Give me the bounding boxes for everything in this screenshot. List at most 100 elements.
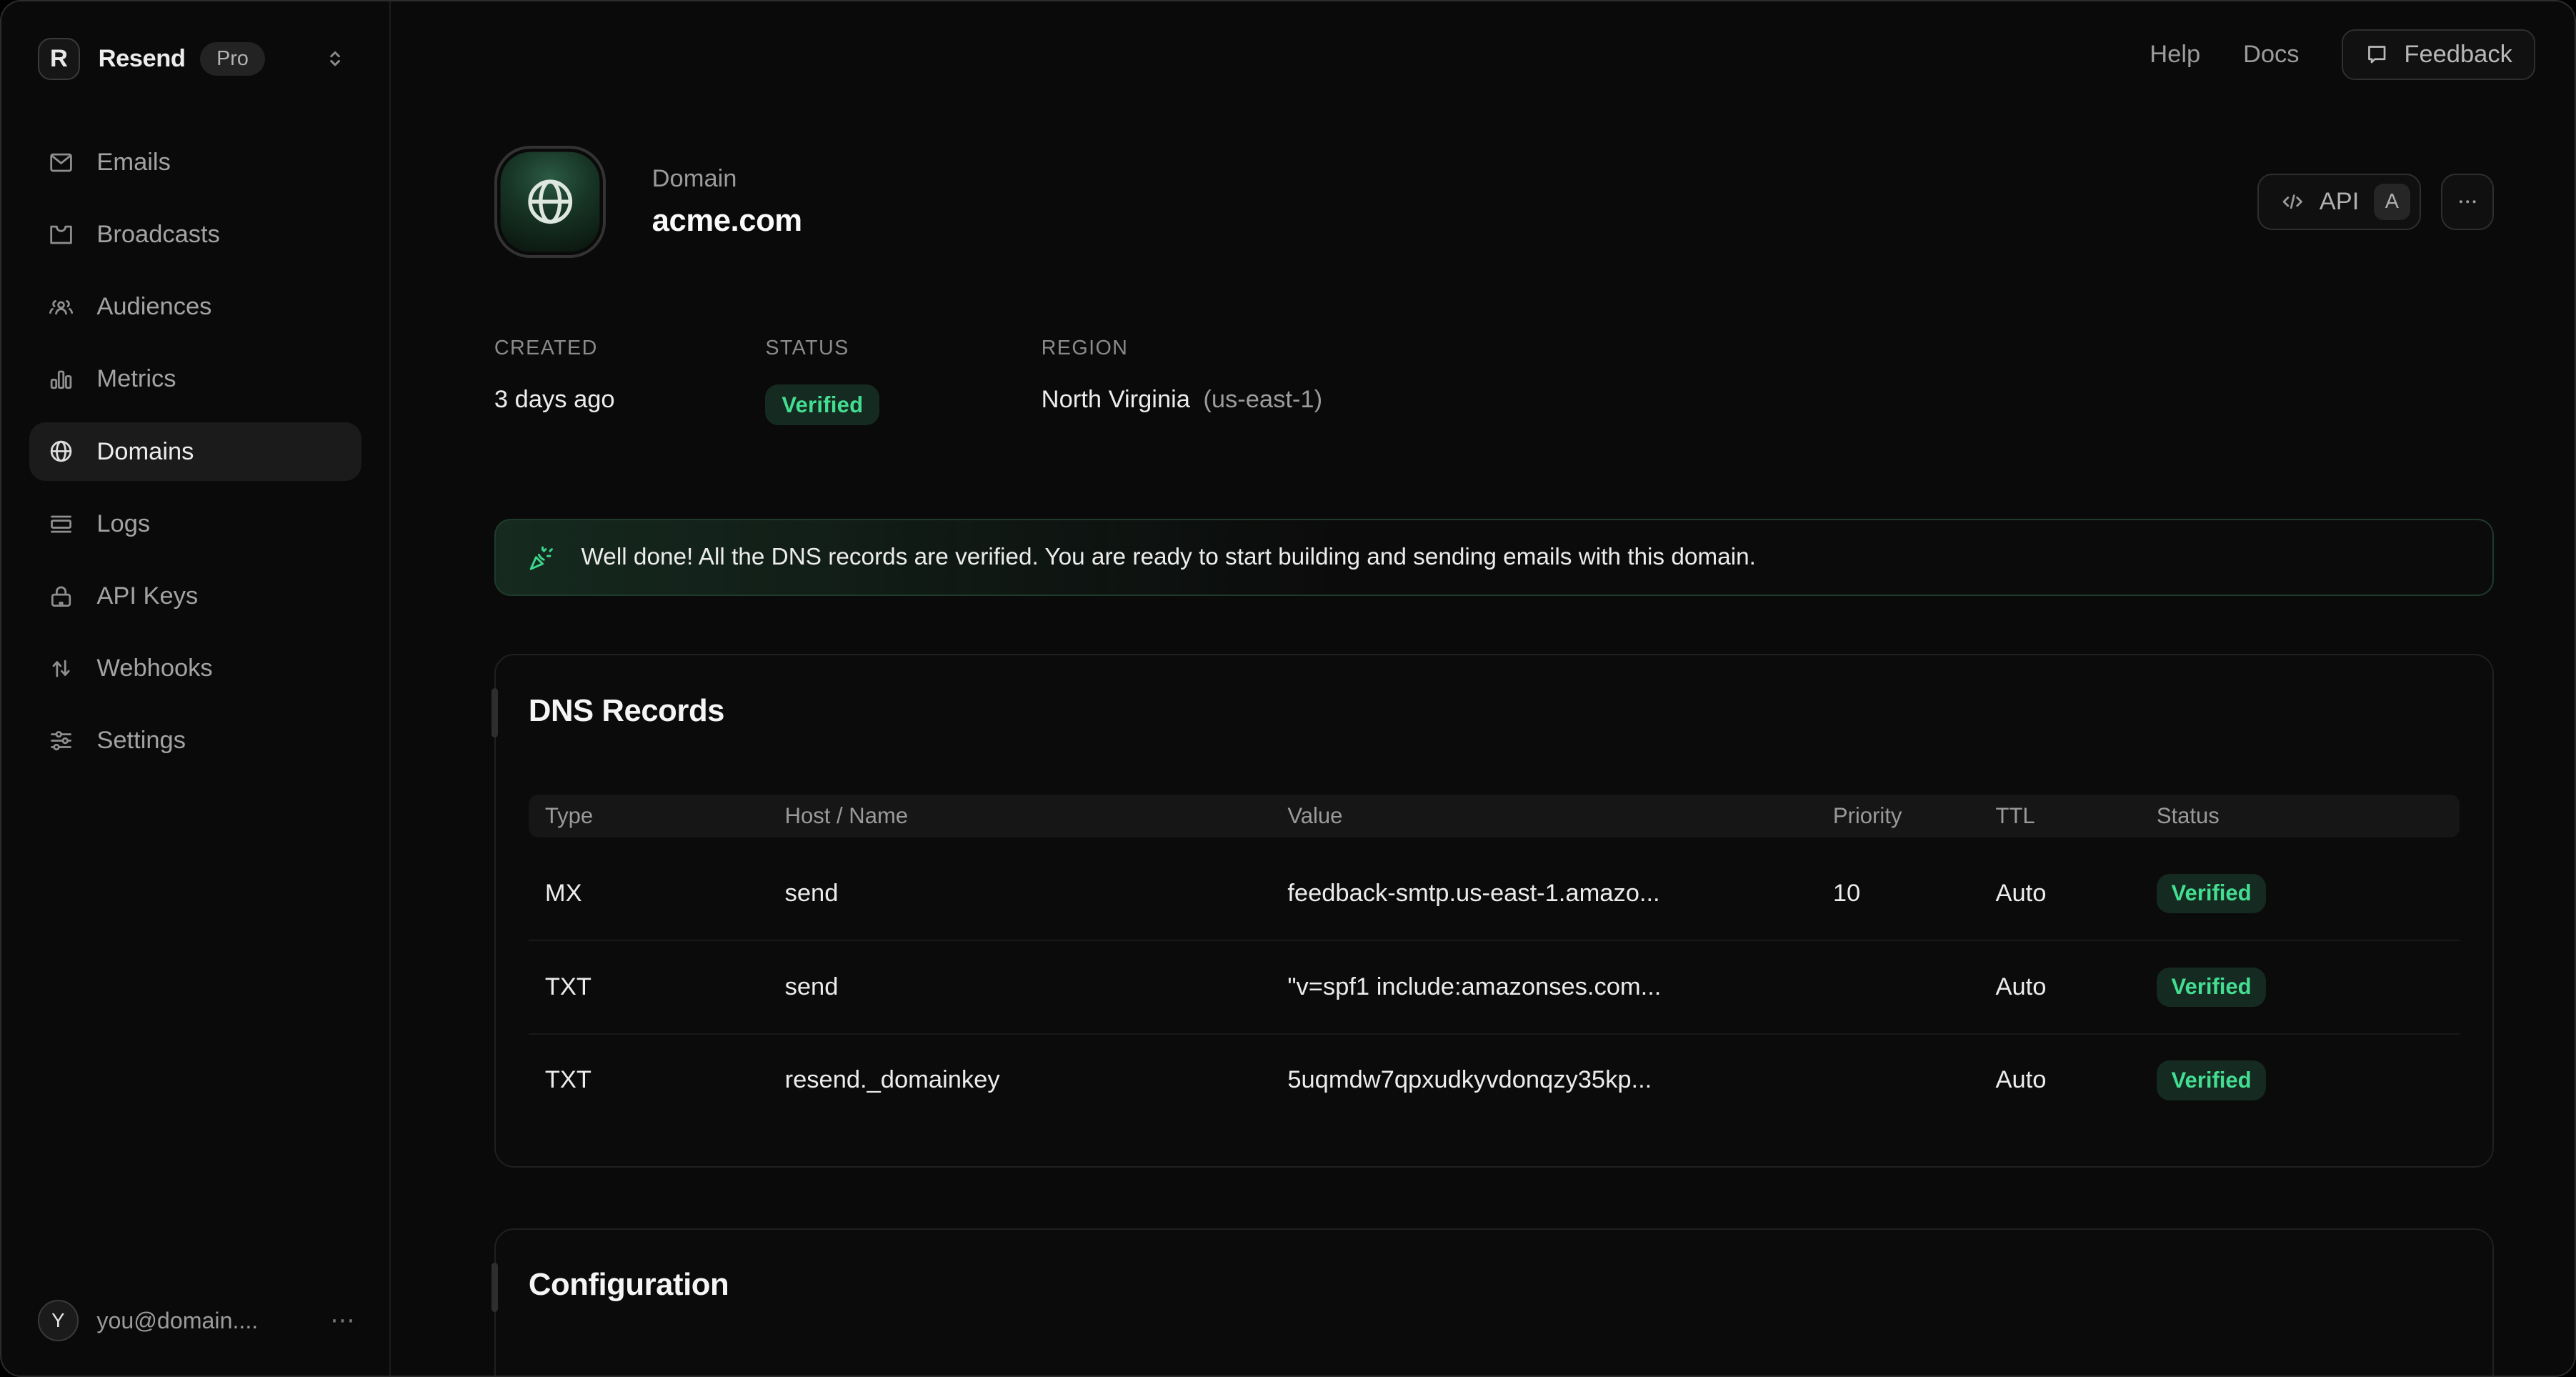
status-badge: Verified [765, 384, 879, 425]
bar-chart-icon [47, 365, 75, 393]
sidebar-item-domains[interactable]: Domains [29, 422, 361, 482]
meta-created: CREATED 3 days ago [494, 337, 765, 425]
success-banner: Well done! All the DNS records are verif… [494, 519, 2494, 596]
meta-region: REGION North Virginia (us-east-1) [1042, 337, 1322, 425]
lock-icon [47, 582, 75, 610]
feedback-button[interactable]: Feedback [2342, 29, 2535, 80]
meta-status: STATUS Verified [765, 337, 1041, 425]
col-type: Type [545, 803, 785, 829]
cell-priority: 10 [1833, 880, 1996, 908]
domain-label: Domain [652, 165, 802, 193]
dns-records-card: DNS Records Type Host / Name Value Prior… [494, 654, 2494, 1168]
chevrons-up-down-icon[interactable] [324, 47, 346, 70]
more-options-button[interactable] [2441, 174, 2494, 229]
col-ttl: TTL [1995, 803, 2156, 829]
api-button-label: API [2320, 188, 2360, 216]
banner-text: Well done! All the DNS records are verif… [581, 544, 1755, 571]
dns-table-header: Type Host / Name Value Priority TTL Stat… [529, 795, 2460, 837]
globe-icon [521, 173, 579, 230]
dns-table-body: MX send feedback-smtp.us-east-1.amazo...… [529, 847, 2460, 1126]
domain-avatar [494, 146, 606, 257]
domain-meta: CREATED 3 days ago STATUS Verified REGIO… [494, 337, 2494, 425]
table-row: TXT send "v=spf1 include:amazonses.com..… [529, 941, 2460, 1035]
log-lines-icon [47, 510, 75, 538]
created-value: 3 days ago [494, 384, 765, 416]
col-status: Status [2157, 803, 2460, 829]
brand-name: Resend [99, 45, 186, 73]
sidebar-item-logs[interactable]: Logs [29, 494, 361, 554]
table-row: MX send feedback-smtp.us-east-1.amazo...… [529, 847, 2460, 941]
section-notch [491, 688, 498, 737]
cell-type: TXT [545, 1066, 785, 1094]
sidebar: R Resend Pro Emails Broadcasts [1, 1, 391, 1376]
sidebar-item-label: Logs [96, 510, 150, 538]
help-link[interactable]: Help [2150, 41, 2200, 69]
chat-bubble-icon [2365, 42, 2389, 66]
page-title: acme.com [652, 203, 802, 239]
sidebar-item-api-keys[interactable]: API Keys [29, 567, 361, 626]
workspace-row[interactable]: R Resend Pro [1, 1, 389, 80]
globe-icon [47, 437, 75, 465]
status-badge: Verified [2157, 1060, 2266, 1100]
section-notch [491, 1263, 498, 1312]
cell-type: MX [545, 880, 785, 908]
table-row: TXT resend._domainkey 5uqmdw7qpxudkyvdon… [529, 1035, 2460, 1127]
sliders-icon [47, 727, 75, 755]
party-popper-icon [527, 543, 556, 572]
people-icon [47, 293, 75, 321]
configuration-title: Configuration [529, 1267, 2460, 1303]
status-badge: Verified [2157, 968, 2266, 1007]
sidebar-item-label: Audiences [96, 293, 211, 321]
sidebar-nav: Emails Broadcasts Audiences Metrics [1, 133, 389, 784]
domain-header: Domain acme.com API A [494, 146, 2494, 257]
header-actions: API A [2257, 174, 2494, 229]
sidebar-item-label: Webhooks [96, 655, 212, 682]
cell-value: 5uqmdw7qpxudkyvdonqzy35kp... [1287, 1066, 1833, 1094]
app-window: R Resend Pro Emails Broadcasts [0, 0, 2576, 1377]
cell-host: send [785, 973, 1288, 1001]
code-icon [2280, 189, 2305, 214]
broadcast-icon [47, 221, 75, 249]
sidebar-item-label: API Keys [96, 582, 198, 610]
cell-ttl: Auto [1995, 880, 2156, 908]
cell-ttl: Auto [1995, 973, 2156, 1001]
content: Domain acme.com API A [494, 146, 2494, 1377]
click-tracking-label: Click Tracking [529, 1374, 2460, 1377]
col-value: Value [1287, 803, 1833, 829]
region-value: North Virginia [1042, 384, 1190, 416]
main-area: Help Docs Feedback Domain acme.com [391, 1, 2575, 1376]
user-email: you@domain.... [96, 1308, 258, 1334]
sidebar-item-audiences[interactable]: Audiences [29, 277, 361, 337]
ellipsis-icon[interactable]: ⋯ [330, 1306, 356, 1335]
user-row[interactable]: Y you@domain.... ⋯ [1, 1300, 389, 1376]
feedback-label: Feedback [2404, 41, 2512, 69]
sidebar-item-label: Metrics [96, 365, 176, 393]
sidebar-item-settings[interactable]: Settings [29, 711, 361, 770]
dns-table: Type Host / Name Value Priority TTL Stat… [529, 795, 2460, 1126]
status-label: STATUS [765, 337, 1041, 359]
status-badge: Verified [2157, 874, 2266, 913]
plan-badge: Pro [200, 42, 265, 76]
cell-type: TXT [545, 973, 785, 1001]
shortcut-key-badge: A [2374, 184, 2410, 220]
sidebar-item-emails[interactable]: Emails [29, 133, 361, 192]
docs-link[interactable]: Docs [2243, 41, 2300, 69]
col-priority: Priority [1833, 803, 1996, 829]
envelope-icon [47, 149, 75, 177]
cell-host: send [785, 880, 1288, 908]
api-button[interactable]: API A [2257, 174, 2422, 229]
domain-titles: Domain acme.com [652, 165, 802, 239]
sidebar-item-webhooks[interactable]: Webhooks [29, 639, 361, 698]
ellipsis-icon [2455, 189, 2480, 214]
sidebar-item-broadcasts[interactable]: Broadcasts [29, 205, 361, 264]
cell-ttl: Auto [1995, 1066, 2156, 1094]
cell-value: "v=spf1 include:amazonses.com... [1287, 973, 1833, 1001]
topbar: Help Docs Feedback [2150, 29, 2535, 80]
arrows-up-down-icon [47, 655, 75, 682]
sidebar-item-metrics[interactable]: Metrics [29, 349, 361, 409]
region-code: (us-east-1) [1203, 384, 1322, 416]
resend-logo: R [38, 38, 81, 81]
cell-host: resend._domainkey [785, 1066, 1288, 1094]
created-label: CREATED [494, 337, 765, 359]
sidebar-item-label: Domains [96, 438, 194, 466]
